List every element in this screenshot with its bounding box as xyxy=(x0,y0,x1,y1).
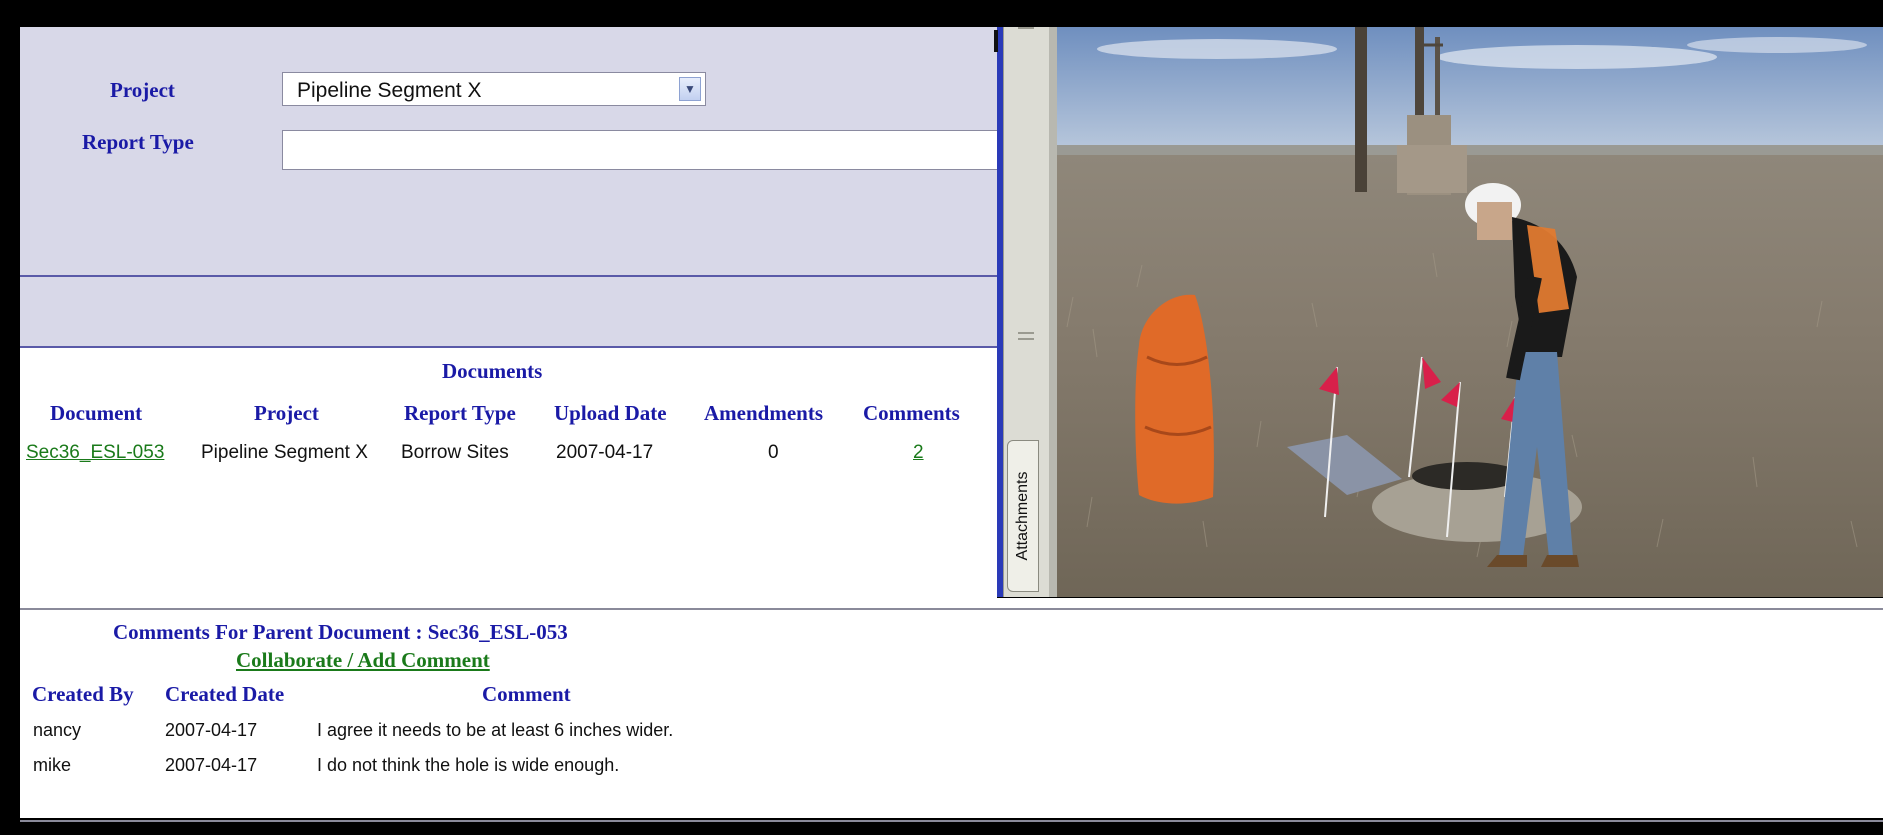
comment-created-date: 2007-04-17 xyxy=(165,755,258,775)
project-select-value: Pipeline Segment X xyxy=(297,79,482,102)
report-type-label: Report Type xyxy=(82,130,194,154)
documents-panel: Documents Document Project Report Type U… xyxy=(20,348,997,598)
document-report-type: Borrow Sites xyxy=(401,442,509,463)
comment-created-by: mike xyxy=(33,755,72,775)
grip-line xyxy=(1018,27,1034,29)
documents-title: Documents xyxy=(442,359,543,383)
comments-panel: Comments For Parent Document : Sec36_ESL… xyxy=(20,598,1883,822)
column-header-upload-date[interactable]: Upload Date xyxy=(554,401,667,426)
comment-text: I do not think the hole is wide enough. xyxy=(317,755,620,775)
document-upload-date: 2007-04-17 xyxy=(556,442,654,463)
column-header-report-type[interactable]: Report Type xyxy=(404,401,516,426)
comments-title: Comments For Parent Document : Sec36_ESL… xyxy=(113,620,568,644)
document-project: Pipeline Segment X xyxy=(201,442,368,463)
project-label: Project xyxy=(110,78,175,102)
grip-line xyxy=(1018,338,1034,340)
photo-border xyxy=(1049,27,1057,597)
document-amendments: 0 xyxy=(768,442,779,463)
comment-created-by: nancy xyxy=(33,720,82,740)
column-header-comments[interactable]: Comments xyxy=(863,401,960,426)
divider xyxy=(20,608,1883,610)
comment-created-date: 2007-04-17 xyxy=(165,720,258,740)
document-comments-link[interactable]: 2 xyxy=(913,442,924,464)
chevron-down-icon[interactable]: ▼ xyxy=(679,77,701,101)
report-type-field[interactable] xyxy=(282,130,1017,170)
document-link[interactable]: Sec36_ESL-053 xyxy=(26,442,164,464)
column-header-document[interactable]: Document xyxy=(50,401,142,426)
application-window: Project Pipeline Segment X ▼ Report Type… xyxy=(0,0,1883,835)
add-comment-link[interactable]: Collaborate / Add Comment xyxy=(236,648,490,673)
grip-line xyxy=(1018,332,1034,334)
splitter-handle[interactable] xyxy=(994,30,998,52)
field-inspection-photo xyxy=(1057,27,1883,597)
divider xyxy=(20,820,1883,822)
report-filter-form: Project Pipeline Segment X ▼ Report Type xyxy=(20,27,1017,275)
column-header-amendments[interactable]: Amendments xyxy=(704,401,823,426)
comment-text: I agree it needs to be at least 6 inches… xyxy=(317,720,674,740)
column-header-created-date[interactable]: Created Date xyxy=(165,682,284,707)
project-select[interactable]: Pipeline Segment X ▼ xyxy=(282,72,706,106)
column-header-created-by[interactable]: Created By xyxy=(32,682,134,707)
attachments-tab-label: Attachments xyxy=(1014,471,1031,561)
toolbar-band xyxy=(20,277,997,347)
attachment-photo[interactable] xyxy=(1057,27,1883,597)
column-header-comment[interactable]: Comment xyxy=(482,682,571,707)
column-header-project[interactable]: Project xyxy=(254,401,319,426)
attachments-tab[interactable]: Attachments xyxy=(1007,440,1039,592)
